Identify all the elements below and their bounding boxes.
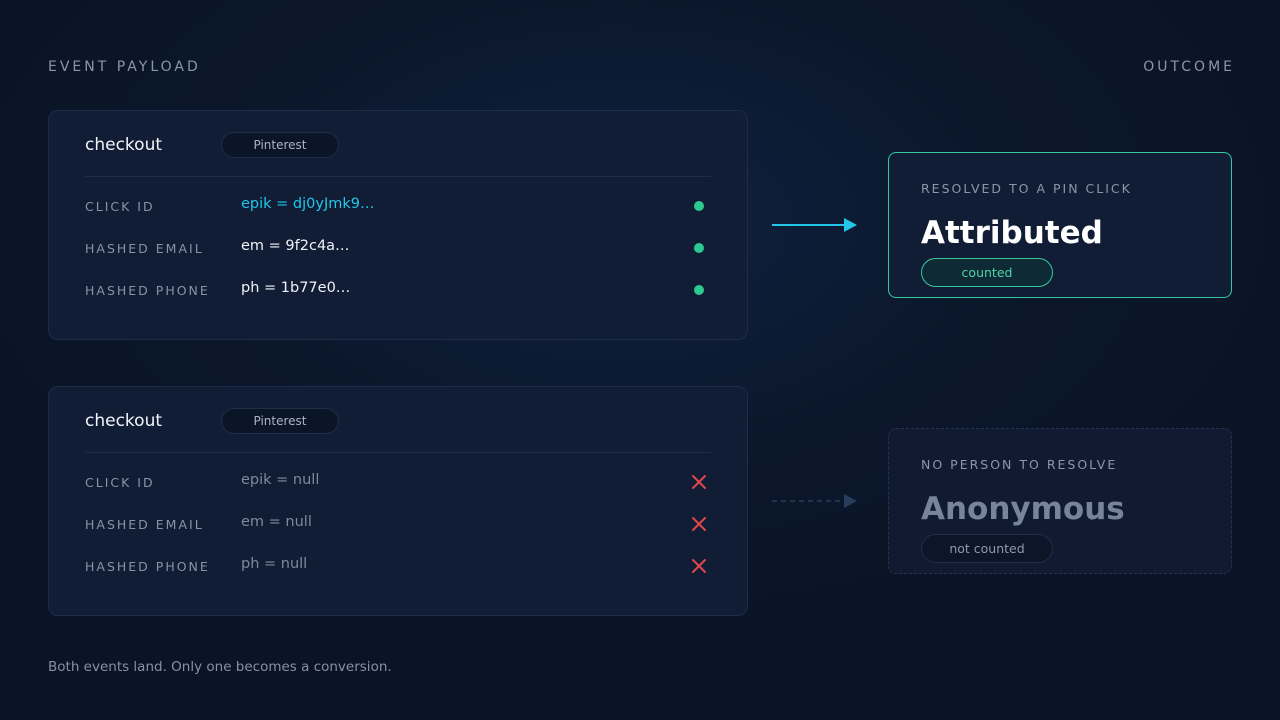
event-title: checkout [85,135,163,155]
row-label: CLICK ID [85,199,155,214]
row-value: epik = null [241,472,320,488]
row-label: HASHED EMAIL [85,241,204,256]
event-card-anonymous: checkout Pinterest CLICK ID epik = null … [48,386,748,616]
outcome-title: Anonymous [921,491,1125,527]
counted-badge: counted [921,258,1053,287]
event-payload-heading: EVENT PAYLOAD [48,59,201,75]
event-title: checkout [85,411,163,431]
outcome-title: Attributed [921,215,1103,251]
event-card-attributed: checkout Pinterest CLICK ID epik = dj0yJ… [48,110,748,340]
present-dot-icon [694,201,704,211]
present-dot-icon [694,243,704,253]
divider [85,176,711,177]
payload-row-hashed-email: HASHED EMAIL em = 9f2c4a… [85,238,711,258]
platform-pill: Pinterest [221,132,339,158]
platform-pill: Pinterest [221,408,339,434]
row-value: ph = null [241,556,308,572]
dashed-arrow-right-icon [772,494,857,508]
row-label: CLICK ID [85,475,155,490]
row-value: ph = 1b77e0… [241,280,351,296]
divider [85,452,711,453]
row-value: epik = dj0yJmk9… [241,196,375,212]
outcome-card-anonymous: NO PERSON TO RESOLVE Anonymous not count… [888,428,1232,574]
row-label: HASHED EMAIL [85,517,204,532]
outcome-label: RESOLVED TO A PIN CLICK [921,181,1132,196]
row-label: HASHED PHONE [85,283,210,298]
not-counted-badge: not counted [921,534,1053,563]
footer-caption: Both events land. Only one becomes a con… [48,659,392,675]
present-dot-icon [694,285,704,295]
missing-x-icon [692,559,706,573]
outcome-card-attributed: RESOLVED TO A PIN CLICK Attributed count… [888,152,1232,298]
arrow-right-icon [772,218,857,232]
payload-row-hashed-phone: HASHED PHONE ph = 1b77e0… [85,280,711,300]
missing-x-icon [692,517,706,531]
row-value: em = 9f2c4a… [241,238,350,254]
payload-row-hashed-phone: HASHED PHONE ph = null [85,556,711,576]
row-label: HASHED PHONE [85,559,210,574]
payload-row-click-id: CLICK ID epik = null [85,472,711,492]
missing-x-icon [692,475,706,489]
payload-row-hashed-email: HASHED EMAIL em = null [85,514,711,534]
row-value: em = null [241,514,312,530]
payload-row-click-id: CLICK ID epik = dj0yJmk9… [85,196,711,216]
outcome-label: NO PERSON TO RESOLVE [921,457,1118,472]
outcome-heading: OUTCOME [1143,59,1235,75]
